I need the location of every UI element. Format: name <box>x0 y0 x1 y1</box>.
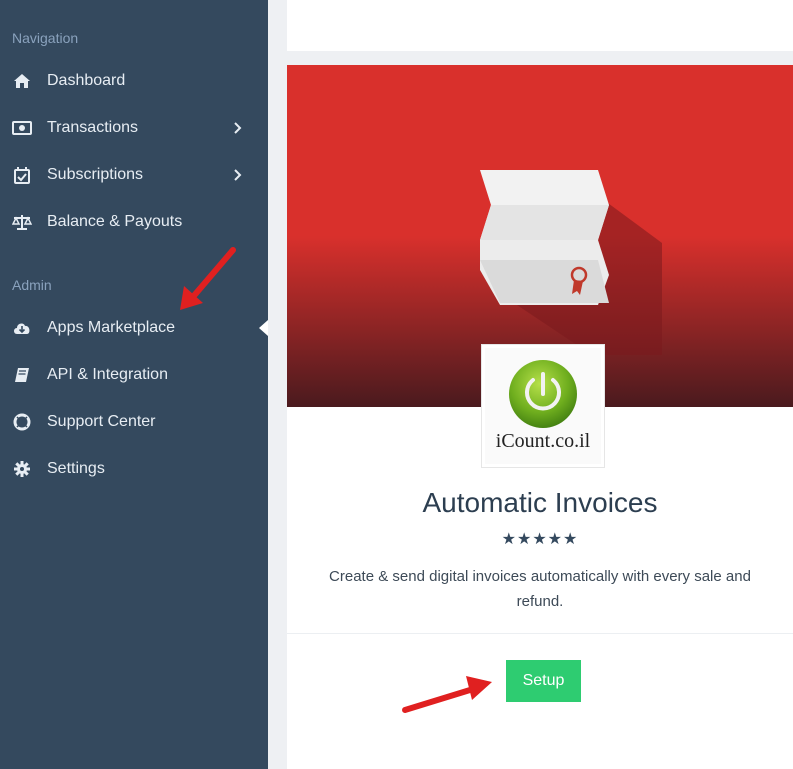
rating-stars: ★★★★★ <box>501 531 579 548</box>
cloud-download-icon <box>12 319 32 337</box>
sidebar-item-dashboard[interactable]: Dashboard <box>0 61 268 101</box>
top-card <box>287 0 793 51</box>
app-card: iCount.co.il Automatic Invoices ★★★★★ Cr… <box>287 65 793 769</box>
chevron-right-icon <box>234 169 242 181</box>
sidebar-item-label: Dashboard <box>47 72 126 89</box>
chevron-right-icon <box>234 122 242 134</box>
sidebar-item-balance-payouts[interactable]: Balance & Payouts <box>0 202 268 242</box>
money-icon <box>12 119 32 137</box>
sidebar-item-api-integration[interactable]: API & Integration <box>0 355 268 395</box>
admin-section-label: Admin <box>12 277 52 293</box>
app-logo-text: iCount.co.il <box>495 430 591 452</box>
navigation-section-label: Navigation <box>12 30 79 46</box>
app-title: Automatic Invoices <box>422 487 658 518</box>
sidebar-item-label: Support Center <box>47 413 156 430</box>
sidebar-item-label: Balance & Payouts <box>47 213 183 230</box>
book-icon <box>12 366 32 384</box>
calendar-check-icon <box>12 166 32 184</box>
annotation-arrow-icon <box>402 676 492 713</box>
home-icon <box>12 72 32 90</box>
main-content: iCount.co.il Automatic Invoices ★★★★★ Cr… <box>268 0 793 769</box>
gear-icon <box>12 460 32 478</box>
sidebar-item-label: Transactions <box>47 119 138 136</box>
app-logo: iCount.co.il <box>481 344 605 468</box>
life-ring-icon <box>12 413 32 431</box>
sidebar-item-settings[interactable]: Settings <box>0 449 268 489</box>
balance-scale-icon <box>12 213 32 231</box>
active-item-indicator <box>259 320 268 336</box>
sidebar-item-subscriptions[interactable]: Subscriptions <box>0 155 268 195</box>
annotation-arrow-icon <box>180 247 236 310</box>
sidebar-item-label: Subscriptions <box>47 166 144 183</box>
sidebar-item-label: Apps Marketplace <box>47 319 176 336</box>
sidebar-item-label: API & Integration <box>47 366 168 383</box>
setup-button[interactable]: Setup <box>506 660 581 702</box>
sidebar-item-label: Settings <box>47 460 105 477</box>
divider <box>287 633 793 634</box>
sidebar-item-transactions[interactable]: Transactions <box>0 108 268 148</box>
sidebar-item-support-center[interactable]: Support Center <box>0 402 268 442</box>
app-description: Create & send digital invoices automatic… <box>329 568 751 610</box>
sidebar: Navigation Dashboard Transactions Subscr… <box>0 0 268 769</box>
